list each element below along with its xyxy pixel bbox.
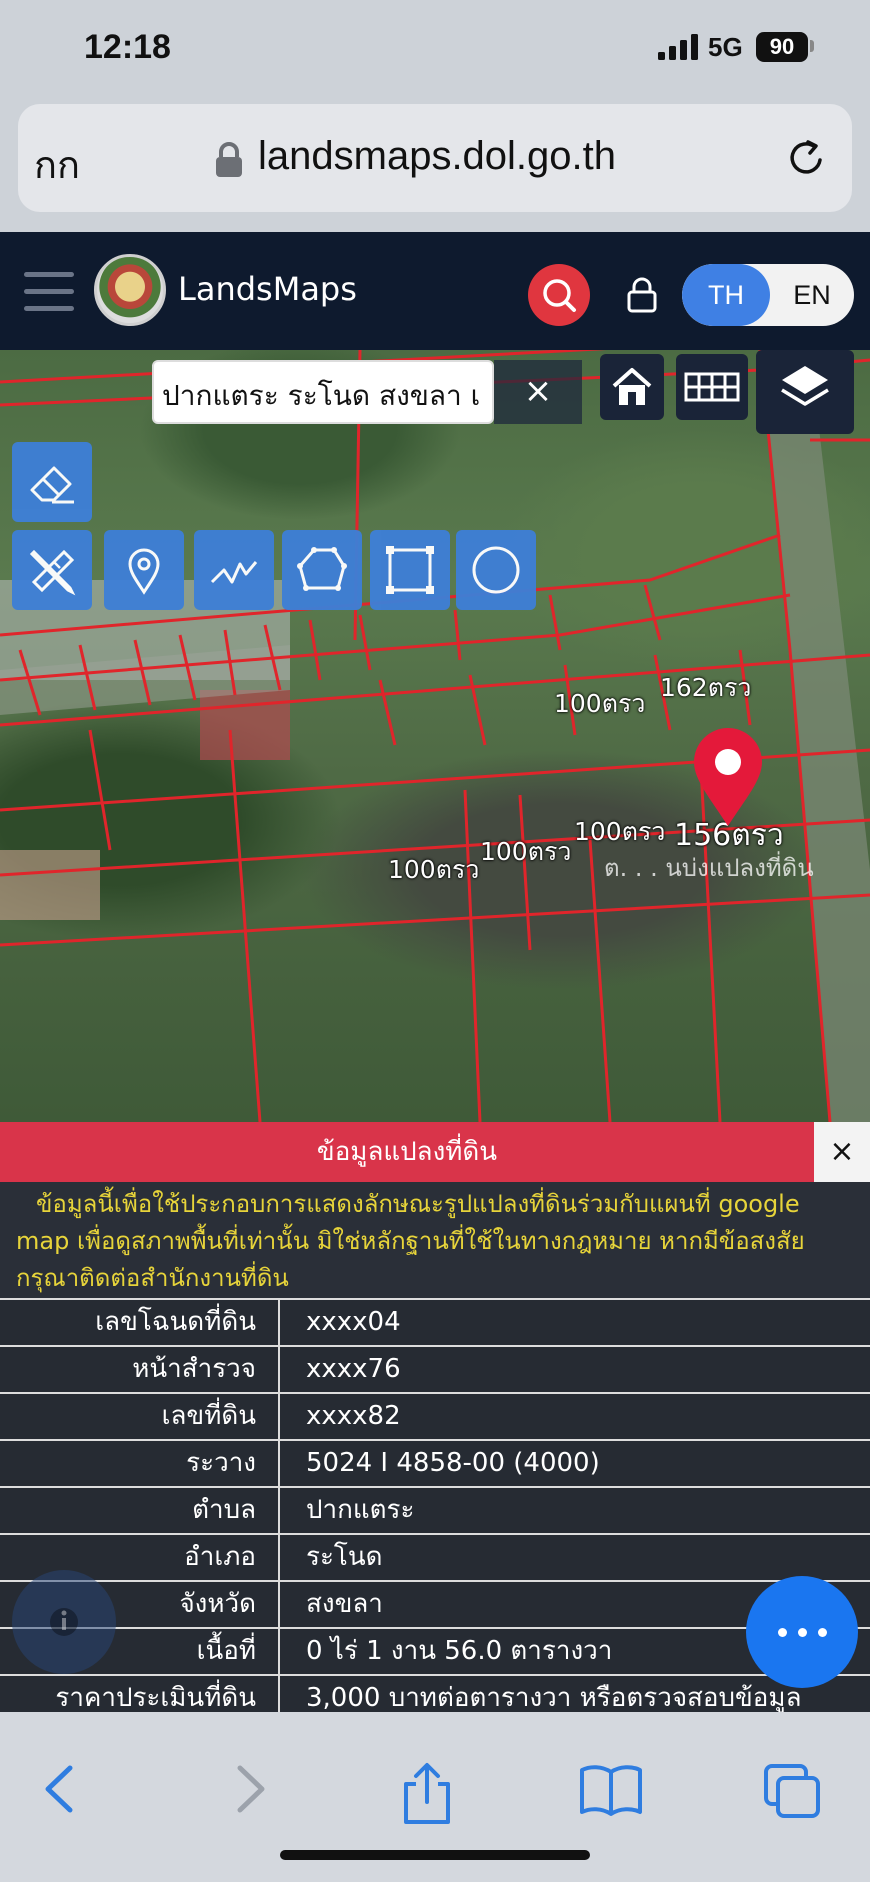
dol-logo xyxy=(94,254,166,326)
hamburger-menu-icon[interactable] xyxy=(24,272,74,311)
ruler-pencil-icon xyxy=(29,549,76,596)
plot-area-label: 100ตรว xyxy=(480,837,572,866)
row-value: xxxx76 xyxy=(306,1354,401,1384)
home-indicator xyxy=(280,1850,590,1860)
lang-en-button[interactable]: EN xyxy=(770,264,854,326)
search-button[interactable] xyxy=(528,264,590,326)
cellular-signal-icon xyxy=(658,34,698,60)
more-dot-icon xyxy=(778,1628,787,1637)
back-icon[interactable] xyxy=(36,1762,86,1816)
circle-icon xyxy=(472,546,520,594)
more-dot-icon xyxy=(798,1628,807,1637)
address-bar[interactable]: กก landsmaps.dol.go.th xyxy=(18,104,852,212)
grid-icon xyxy=(684,372,740,402)
network-type: 5G xyxy=(708,32,743,62)
lock-icon xyxy=(216,142,242,177)
map-watermark-label: ต. . . นบ่งแปลงที่ดิน xyxy=(604,854,814,882)
url-text[interactable]: landsmaps.dol.go.th xyxy=(258,134,616,179)
layers-button[interactable] xyxy=(756,350,854,434)
location-search-input[interactable]: ปากแตระ ระโนด สงขลา เ xyxy=(152,360,494,424)
reload-icon[interactable] xyxy=(782,134,830,182)
panel-title: ข้อมูลแปลงที่ดิน xyxy=(0,1122,814,1182)
table-row: เลขที่ดิน xxxx82 xyxy=(0,1392,870,1439)
lang-th-button[interactable]: TH xyxy=(682,264,770,326)
table-row: ตำบล ปากแตระ xyxy=(0,1486,870,1533)
text-size-button[interactable]: กก xyxy=(34,134,80,195)
info-button[interactable] xyxy=(12,1570,116,1674)
layers-icon xyxy=(781,366,829,406)
language-toggle[interactable]: TH EN xyxy=(682,264,854,326)
search-icon xyxy=(543,279,576,312)
row-key: ตำบล xyxy=(0,1488,280,1533)
measure-tool-button[interactable] xyxy=(12,530,92,610)
polyline-tool-button[interactable] xyxy=(194,530,274,610)
bookmarks-icon[interactable] xyxy=(578,1762,644,1818)
brand-name: LandsMaps xyxy=(178,270,357,308)
eraser-tool-button[interactable] xyxy=(12,442,92,522)
forward-icon[interactable] xyxy=(224,1762,274,1816)
grid-button[interactable] xyxy=(676,354,748,420)
share-icon[interactable] xyxy=(398,1762,456,1826)
polygon-icon xyxy=(297,547,347,591)
plot-area-label: 162ตรว xyxy=(660,673,752,702)
row-key: ระวาง xyxy=(0,1441,280,1486)
row-key: เลขโฉนดที่ดิน xyxy=(0,1300,280,1345)
table-row: จังหวัด สงขลา xyxy=(0,1580,870,1627)
status-time: 12:18 xyxy=(84,28,171,66)
row-key: เลขที่ดิน xyxy=(0,1394,280,1439)
home-icon xyxy=(612,368,652,405)
battery-tip xyxy=(810,40,814,52)
row-key: หน้าสำรวจ xyxy=(0,1347,280,1392)
clear-search-button[interactable]: × xyxy=(494,360,582,424)
rectangle-icon xyxy=(386,546,434,594)
rectangle-tool-button[interactable] xyxy=(370,530,450,610)
row-value: xxxx82 xyxy=(306,1401,401,1431)
plot-area-label: 100ตรว xyxy=(388,855,480,884)
app-header: LandsMaps TH EN xyxy=(0,232,870,350)
eraser-icon xyxy=(30,466,74,504)
marker-tool-button[interactable] xyxy=(104,530,184,610)
row-value: ปากแตระ xyxy=(306,1495,415,1525)
row-value: ระโนด xyxy=(306,1542,383,1572)
circle-tool-button[interactable] xyxy=(456,530,536,610)
row-key: ราคาประเมินที่ดิน xyxy=(0,1676,280,1712)
tabs-icon[interactable] xyxy=(762,1762,822,1820)
plot-area-label: 100ตรว xyxy=(554,689,646,718)
row-value: 5024 I 4858-00 (4000) xyxy=(306,1448,600,1478)
info-icon xyxy=(50,1608,78,1636)
battery-level: 90 xyxy=(756,32,808,62)
location-pin-icon[interactable] xyxy=(690,728,766,828)
status-bar: 12:18 5G 90 xyxy=(0,0,870,100)
pin-icon xyxy=(128,548,160,595)
more-dot-icon xyxy=(818,1628,827,1637)
table-row: ระวาง 5024 I 4858-00 (4000) xyxy=(0,1439,870,1486)
table-row: เนื้อที่ 0 ไร่ 1 งาน 56.0 ตารางวา xyxy=(0,1627,870,1674)
table-row: ราคาประเมินที่ดิน 3,000 บาทต่อตารางวา หร… xyxy=(0,1674,870,1712)
polygon-tool-button[interactable] xyxy=(282,530,362,610)
plot-area-label: 100ตรว xyxy=(574,817,666,846)
more-options-button[interactable] xyxy=(746,1576,858,1688)
table-row: หน้าสำรวจ xxxx76 xyxy=(0,1345,870,1392)
home-button[interactable] xyxy=(600,354,664,420)
polyline-icon xyxy=(210,561,258,584)
lock-icon[interactable] xyxy=(626,276,658,314)
parcel-info-table: เลขโฉนดที่ดิน xxxx04 หน้าสำรวจ xxxx76 เล… xyxy=(0,1298,870,1712)
disclaimer-text: ข้อมูลนี้เพื่อใช้ประกอบการแสดงลักษณะรูปแ… xyxy=(0,1182,870,1298)
satellite-map[interactable]: 100ตรว 162ตรว 100ตรว 100ตรว 100ตรว 156ตร… xyxy=(0,350,870,1122)
row-value: xxxx04 xyxy=(306,1307,401,1337)
table-row: อำเภอ ระโนด xyxy=(0,1533,870,1580)
close-panel-button[interactable]: × xyxy=(814,1122,870,1182)
table-row: เลขโฉนดที่ดิน xxxx04 xyxy=(0,1298,870,1345)
